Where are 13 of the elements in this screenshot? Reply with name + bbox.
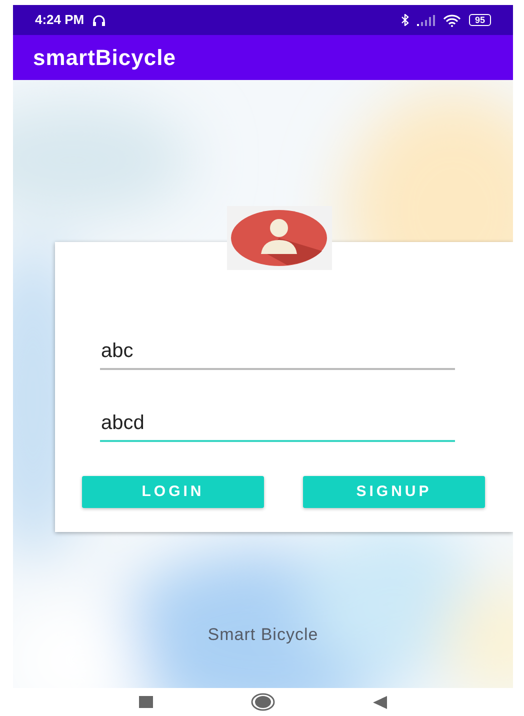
wifi-icon <box>442 14 461 26</box>
home-icon[interactable] <box>251 693 275 711</box>
text-field[interactable]: abc <box>100 336 455 370</box>
bluetooth-icon <box>400 14 409 26</box>
headphones-icon <box>92 14 106 26</box>
footer-text: Smart Bicycle <box>208 624 318 646</box>
signal-icon <box>416 14 435 26</box>
app-title: smartBicycle <box>33 44 176 72</box>
status-time: 4:24 PM <box>35 11 84 30</box>
back-icon[interactable] <box>373 696 387 708</box>
battery-indicator: 95 <box>468 14 491 26</box>
text-field[interactable]: abcd <box>100 408 455 442</box>
user-avatar-icon <box>227 206 332 270</box>
